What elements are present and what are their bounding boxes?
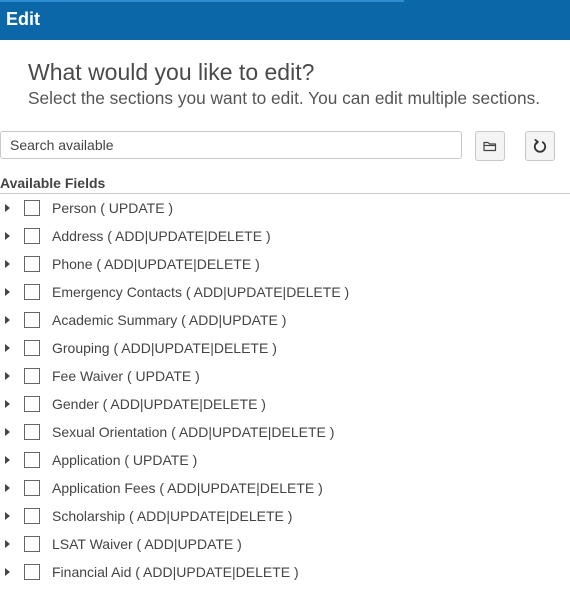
field-label: Academic Summary ( ADD|UPDATE ) — [52, 312, 287, 328]
available-fields-list: Person ( UPDATE ) Address ( ADD|UPDATE|DE… — [0, 194, 570, 586]
field-checkbox[interactable] — [24, 340, 40, 356]
field-row: Application Fees ( ADD|UPDATE|DELETE ) — [0, 474, 570, 502]
field-checkbox[interactable] — [24, 284, 40, 300]
field-row: Grouping ( ADD|UPDATE|DELETE ) — [0, 334, 570, 362]
expand-arrow-icon[interactable] — [5, 316, 10, 324]
field-label: Gender ( ADD|UPDATE|DELETE ) — [52, 396, 266, 412]
expand-arrow-icon[interactable] — [5, 512, 10, 520]
field-row: Scholarship ( ADD|UPDATE|DELETE ) — [0, 502, 570, 530]
field-checkbox[interactable] — [24, 536, 40, 552]
field-row: Financial Aid ( ADD|UPDATE|DELETE ) — [0, 558, 570, 586]
dialog-title: Edit — [6, 9, 40, 29]
field-checkbox[interactable] — [24, 312, 40, 328]
available-fields-title: Available Fields — [0, 175, 106, 191]
field-label: Scholarship ( ADD|UPDATE|DELETE ) — [52, 508, 293, 524]
field-checkbox[interactable] — [24, 368, 40, 384]
page-instructions: Select the sections you want to edit. Yo… — [28, 88, 541, 108]
expand-arrow-icon[interactable] — [5, 428, 10, 436]
field-label: Phone ( ADD|UPDATE|DELETE ) — [52, 256, 260, 272]
open-folder-button[interactable] — [475, 131, 505, 161]
field-checkbox[interactable] — [24, 396, 40, 412]
page-heading: What would you like to edit? — [28, 59, 315, 85]
folder-icon — [483, 141, 497, 152]
field-checkbox[interactable] — [24, 256, 40, 272]
expand-arrow-icon[interactable] — [5, 540, 10, 548]
search-box — [0, 131, 462, 159]
field-row: Application ( UPDATE ) — [0, 446, 570, 474]
expand-arrow-icon[interactable] — [5, 484, 10, 492]
field-label: Fee Waiver ( UPDATE ) — [52, 368, 200, 384]
field-checkbox[interactable] — [24, 480, 40, 496]
field-row: LSAT Waiver ( ADD|UPDATE ) — [0, 530, 570, 558]
field-row: Sexual Orientation ( ADD|UPDATE|DELETE ) — [0, 418, 570, 446]
field-checkbox[interactable] — [24, 200, 40, 216]
expand-arrow-icon[interactable] — [5, 260, 10, 268]
expand-arrow-icon[interactable] — [5, 372, 10, 380]
field-checkbox[interactable] — [24, 228, 40, 244]
field-label: Application Fees ( ADD|UPDATE|DELETE ) — [52, 480, 323, 496]
expand-arrow-icon[interactable] — [5, 232, 10, 240]
expand-arrow-icon[interactable] — [5, 204, 10, 212]
refresh-button[interactable] — [525, 131, 555, 161]
field-label: Emergency Contacts ( ADD|UPDATE|DELETE ) — [52, 284, 350, 300]
expand-arrow-icon[interactable] — [5, 344, 10, 352]
field-label: Grouping ( ADD|UPDATE|DELETE ) — [52, 340, 277, 356]
field-label: Sexual Orientation ( ADD|UPDATE|DELETE ) — [52, 424, 335, 440]
field-checkbox[interactable] — [24, 452, 40, 468]
field-row: Fee Waiver ( UPDATE ) — [0, 362, 570, 390]
field-row: Phone ( ADD|UPDATE|DELETE ) — [0, 250, 570, 278]
expand-arrow-icon[interactable] — [5, 400, 10, 408]
field-checkbox[interactable] — [24, 564, 40, 580]
field-label: Financial Aid ( ADD|UPDATE|DELETE ) — [52, 564, 299, 580]
refresh-icon — [533, 139, 547, 153]
expand-arrow-icon[interactable] — [5, 568, 10, 576]
header-accent-bar — [0, 0, 404, 2]
field-label: Person ( UPDATE ) — [52, 200, 174, 216]
field-row: Person ( UPDATE ) — [0, 194, 570, 222]
field-row: Gender ( ADD|UPDATE|DELETE ) — [0, 390, 570, 418]
expand-arrow-icon[interactable] — [5, 288, 10, 296]
expand-arrow-icon[interactable] — [5, 456, 10, 464]
field-label: LSAT Waiver ( ADD|UPDATE ) — [52, 536, 242, 552]
dialog-header: Edit — [0, 0, 570, 40]
field-label: Address ( ADD|UPDATE|DELETE ) — [52, 228, 271, 244]
search-input[interactable] — [1, 132, 450, 158]
field-checkbox[interactable] — [24, 508, 40, 524]
field-row: Academic Summary ( ADD|UPDATE ) — [0, 306, 570, 334]
field-label: Application ( UPDATE ) — [52, 452, 198, 468]
field-row: Emergency Contacts ( ADD|UPDATE|DELETE ) — [0, 278, 570, 306]
field-row: Address ( ADD|UPDATE|DELETE ) — [0, 222, 570, 250]
field-checkbox[interactable] — [24, 424, 40, 440]
